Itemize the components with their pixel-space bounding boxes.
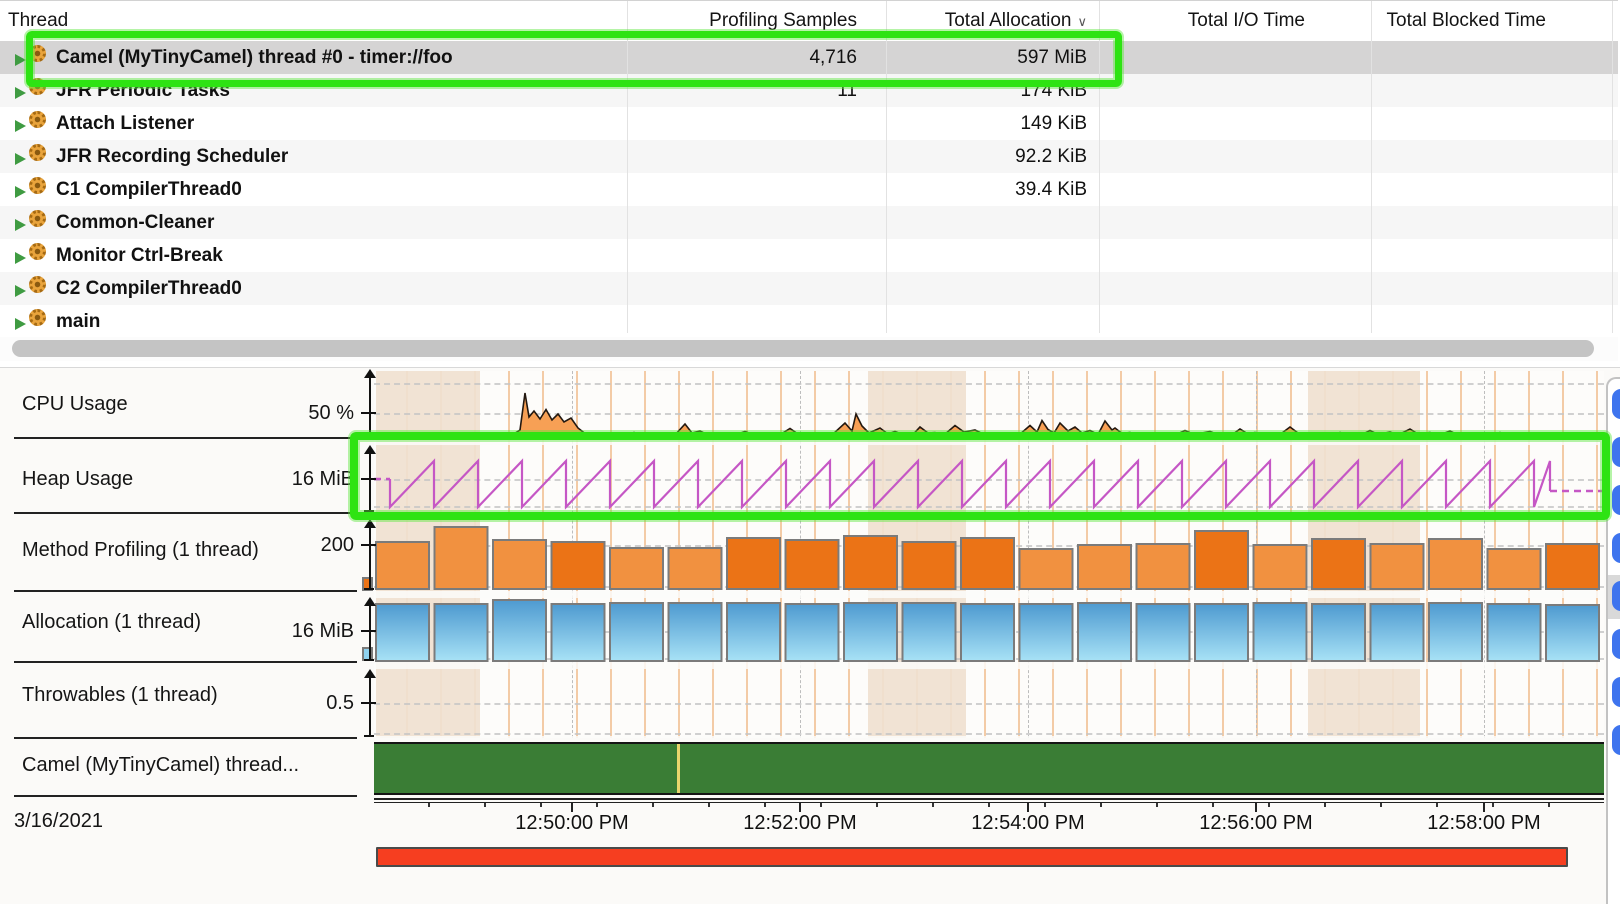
camel-thread-band[interactable] bbox=[374, 742, 1604, 795]
event-marker bbox=[677, 744, 680, 793]
gear-icon bbox=[29, 276, 46, 293]
gear-icon bbox=[29, 111, 46, 128]
time-axis bbox=[374, 798, 1604, 800]
cpu-usage-chart[interactable] bbox=[374, 371, 1604, 438]
method-axis bbox=[369, 525, 371, 590]
scrollbar-thumb[interactable] bbox=[12, 340, 1594, 357]
timeline-plot-area[interactable] bbox=[374, 371, 1604, 738]
table-row[interactable]: C2 CompilerThread0 bbox=[0, 272, 1618, 305]
method-profiling-chart[interactable] bbox=[374, 519, 1604, 591]
side-button[interactable] bbox=[1612, 581, 1620, 611]
row-divider bbox=[14, 737, 357, 739]
time-tick-label: 12:54:00 PM bbox=[938, 812, 1118, 835]
side-button[interactable] bbox=[1612, 677, 1620, 707]
time-tick-label: 12:58:00 PM bbox=[1394, 812, 1562, 835]
side-button[interactable] bbox=[1612, 485, 1620, 515]
row-divider bbox=[14, 661, 357, 663]
profiler-window: Thread Profiling Samples Total Allocatio… bbox=[0, 0, 1620, 904]
heap-annotation bbox=[350, 432, 1610, 520]
table-row[interactable]: Monitor Ctrl-Break bbox=[0, 239, 1618, 272]
expand-icon[interactable] bbox=[15, 318, 26, 330]
row-divider bbox=[14, 437, 357, 439]
side-button[interactable] bbox=[1612, 725, 1620, 755]
thread-name: Monitor Ctrl-Break bbox=[56, 245, 223, 266]
allocation-axis-arrow bbox=[364, 597, 376, 606]
gear-icon bbox=[29, 243, 46, 260]
column-header-total-io-time[interactable]: Total I/O Time bbox=[1100, 1, 1372, 41]
thread-name: Common-Cleaner bbox=[56, 212, 214, 233]
gear-icon bbox=[29, 177, 46, 194]
time-tick-label: 12:56:00 PM bbox=[1166, 812, 1346, 835]
thread-name: C1 CompilerThread0 bbox=[56, 179, 242, 200]
date-label: 3/16/2021 bbox=[14, 810, 103, 833]
side-button[interactable] bbox=[1612, 629, 1620, 659]
row-divider bbox=[14, 795, 357, 797]
thread-name: main bbox=[56, 311, 100, 332]
blocked-cell bbox=[1372, 41, 1613, 74]
allocation-cell: 92.2 KiB bbox=[887, 140, 1100, 173]
io-cell bbox=[1100, 41, 1372, 74]
row-label-throwables: Throwables (1 thread) bbox=[22, 684, 218, 707]
table-row[interactable]: C1 CompilerThread0 39.4 KiB bbox=[0, 173, 1618, 206]
thread-name: Attach Listener bbox=[56, 113, 194, 134]
cpu-axis-arrow bbox=[364, 369, 376, 378]
throwables-axis bbox=[369, 675, 371, 737]
gear-icon bbox=[29, 210, 46, 227]
side-button[interactable] bbox=[1612, 389, 1620, 419]
column-header-total-blocked-time[interactable]: Total Blocked Time bbox=[1372, 1, 1613, 41]
table-row[interactable]: Common-Cleaner bbox=[0, 206, 1618, 239]
allocation-cell: 39.4 KiB bbox=[887, 173, 1100, 206]
table-row[interactable]: Attach Listener 149 KiB bbox=[0, 107, 1618, 140]
expand-icon[interactable] bbox=[15, 285, 26, 297]
side-button[interactable] bbox=[1612, 533, 1620, 563]
selection-annotation bbox=[26, 31, 1122, 87]
expand-icon[interactable] bbox=[15, 219, 26, 231]
method-axis-arrow bbox=[364, 519, 376, 528]
row-label-allocation: Allocation (1 thread) bbox=[22, 611, 201, 634]
expand-icon[interactable] bbox=[15, 87, 26, 99]
column-header-label: Total Allocation bbox=[945, 10, 1072, 31]
cpu-axis bbox=[369, 375, 371, 438]
gear-icon bbox=[29, 144, 46, 161]
expand-icon[interactable] bbox=[15, 120, 26, 132]
expand-icon[interactable] bbox=[15, 153, 26, 165]
time-axis-labels: 12:50:00 PM 12:52:00 PM 12:54:00 PM 12:5… bbox=[374, 812, 1562, 840]
row-label-method-profiling: Method Profiling (1 thread) bbox=[22, 539, 259, 562]
throwables-axis-arrow bbox=[364, 669, 376, 678]
expand-icon[interactable] bbox=[15, 54, 26, 66]
overview-range-bar[interactable] bbox=[376, 847, 1568, 867]
row-divider bbox=[14, 590, 357, 592]
expand-icon[interactable] bbox=[15, 186, 26, 198]
gear-icon bbox=[29, 309, 46, 326]
horizontal-scrollbar[interactable] bbox=[0, 337, 1618, 361]
allocation-cell: 149 KiB bbox=[887, 107, 1100, 140]
thread-name: C2 CompilerThread0 bbox=[56, 278, 242, 299]
table-row[interactable]: main bbox=[0, 305, 1618, 333]
allocation-chart[interactable] bbox=[374, 597, 1604, 663]
side-button[interactable] bbox=[1612, 437, 1620, 467]
row-divider bbox=[14, 512, 357, 514]
expand-icon[interactable] bbox=[15, 252, 26, 264]
row-label-heap-usage: Heap Usage bbox=[22, 468, 133, 491]
time-tick-label: 12:50:00 PM bbox=[482, 812, 662, 835]
thread-name: JFR Recording Scheduler bbox=[56, 146, 288, 167]
sort-descending-icon: ∨ bbox=[1077, 14, 1087, 29]
row-label-cpu-usage: CPU Usage bbox=[22, 393, 128, 416]
row-label-camel-thread: Camel (MyTinyCamel) thread... bbox=[22, 754, 299, 777]
column-header-spacer bbox=[1613, 1, 1618, 41]
table-row[interactable]: JFR Recording Scheduler 92.2 KiB bbox=[0, 140, 1618, 173]
time-tick-label: 12:52:00 PM bbox=[710, 812, 890, 835]
allocation-axis bbox=[369, 603, 371, 661]
